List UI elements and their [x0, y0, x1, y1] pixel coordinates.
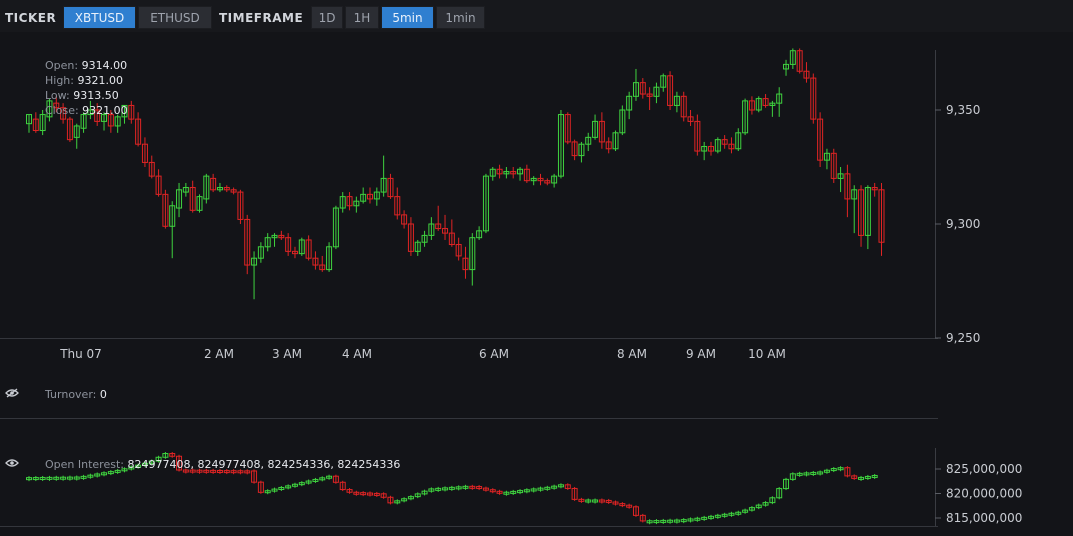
timeframe-1d-button[interactable]: 1D — [311, 6, 343, 29]
ticker-ethusd-button[interactable]: ETHUSD — [138, 6, 212, 29]
time-tick-label: 6 AM — [479, 347, 509, 361]
oi-tick-label: 815,000,000 — [946, 511, 1022, 525]
price-tick-label: 9,300 — [946, 217, 980, 231]
price-tick-label: 9,250 — [946, 331, 980, 345]
time-tick-label: 8 AM — [617, 347, 647, 361]
price-candles — [26, 48, 885, 300]
ticker-label: TICKER — [5, 11, 57, 25]
timeframe-label: TIMEFRAME — [219, 11, 304, 25]
oi-tick-label: 825,000,000 — [946, 462, 1022, 476]
timeframe-5min-button[interactable]: 5min — [381, 6, 434, 29]
time-tick-label: 2 AM — [204, 347, 234, 361]
timeframe-1min-button[interactable]: 1min — [436, 6, 485, 29]
turnover-legend: Turnover: 0 — [45, 388, 107, 401]
open-interest-axis: 815,000,000 820,000,000 825,000,000 — [935, 462, 1022, 525]
open-interest-eye-icon[interactable] — [5, 458, 19, 468]
time-tick-label: 3 AM — [272, 347, 302, 361]
open-interest-legend: Open Interest: 824977408, 824977408, 824… — [45, 458, 401, 471]
ohlc-high: High: 9321.00 — [45, 74, 123, 87]
ticker-xbtusd-button[interactable]: XBTUSD — [63, 6, 136, 29]
price-axis: 9,250 9,300 9,350 — [935, 103, 980, 345]
timeframe-1h-button[interactable]: 1H — [345, 6, 379, 29]
turnover-eye-off-icon[interactable] — [5, 388, 19, 398]
ohlc-open: Open: 9314.00 — [45, 59, 128, 72]
oi-tick-label: 820,000,000 — [946, 487, 1022, 501]
time-tick-label: 9 AM — [686, 347, 716, 361]
time-tick-label: 10 AM — [748, 347, 786, 361]
ohlc-low: Low: 9313.50 — [45, 89, 119, 102]
price-tick-label: 9,350 — [946, 103, 980, 117]
ohlc-close: Close: 9321.00 — [45, 104, 128, 117]
toolbar: TICKER XBTUSD ETHUSD TIMEFRAME 1D 1H 5mi… — [0, 0, 1073, 32]
time-axis: Thu 07 2 AM 3 AM 4 AM 6 AM 8 AM 9 AM 10 AM — [59, 347, 786, 361]
time-tick-label: Thu 07 — [59, 347, 102, 361]
time-tick-label: 4 AM — [342, 347, 372, 361]
